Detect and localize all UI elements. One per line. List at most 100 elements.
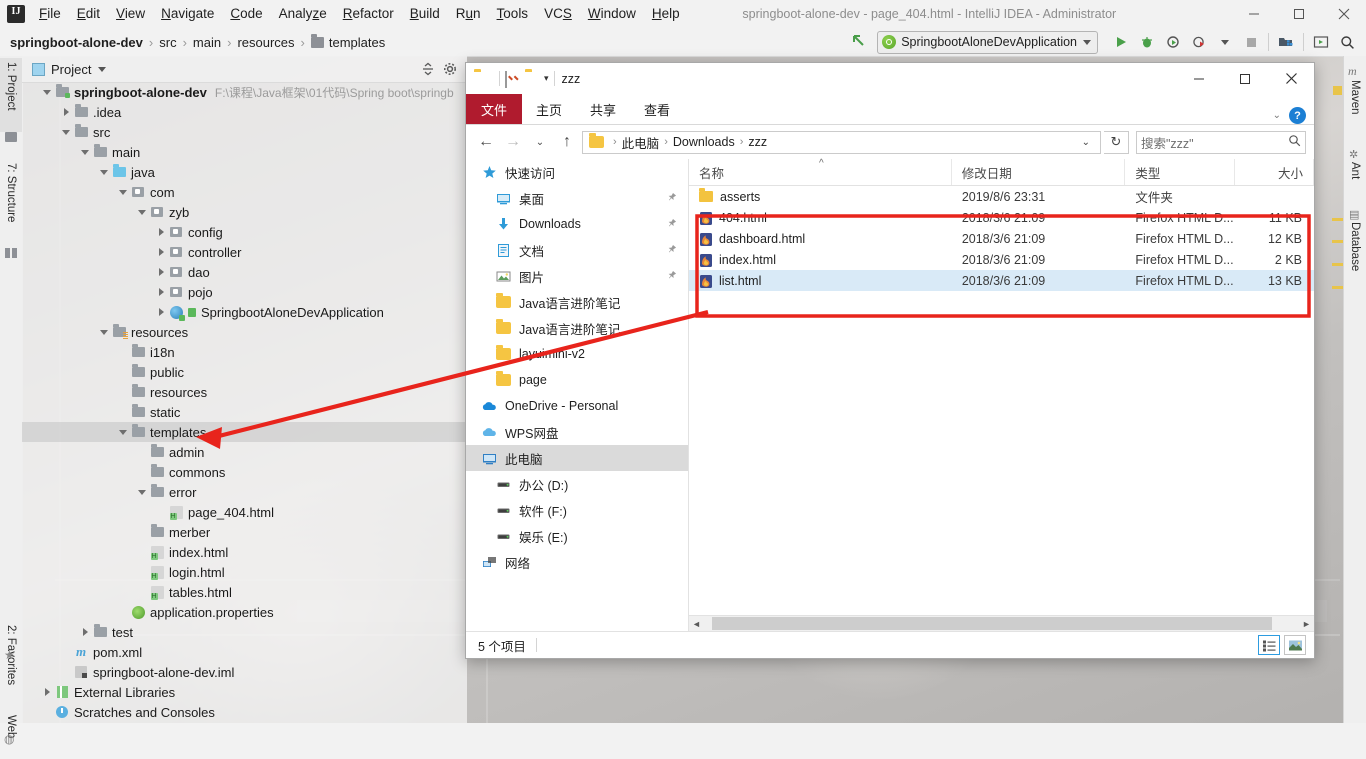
ribbon-tab-file[interactable]: 文件 [466,94,522,124]
chevron-down-icon[interactable]: ⌄ [1273,110,1281,121]
nav-item[interactable]: Downloads [466,211,688,237]
menu-refactor[interactable]: Refactor [335,0,402,28]
tree-item[interactable]: pojo [22,282,467,302]
file-row[interactable]: dashboard.html 2018/3/6 21:09 Firefox HTML… [689,228,1314,249]
file-list-column-headers[interactable]: 名称 修改日期 类型 大小 ^ [689,158,1314,186]
tree-item[interactable]: springboot-alone-dev F:\课程\Java框架\01代码\Sp… [22,82,467,102]
ribbon-tab-share[interactable]: 共享 [576,94,630,124]
tree-item[interactable]: index.html [22,542,467,562]
address-crumb-pc[interactable]: 此电脑 [622,133,660,152]
menu-navigate[interactable]: Navigate [153,0,222,28]
tree-twisty-collapsed[interactable] [78,622,92,642]
tree-item[interactable]: dao [22,262,467,282]
tree-item[interactable]: static [22,402,467,422]
forward-button[interactable]: → [501,130,525,154]
new-folder-icon[interactable] [525,72,540,85]
file-row[interactable]: asserts 2019/8/6 23:31 文件夹 [689,186,1314,207]
file-row[interactable]: index.html 2018/3/6 21:09 Firefox HTML D..… [689,249,1314,270]
tree-item[interactable]: page_404.html [22,502,467,522]
tree-item[interactable]: resources [22,382,467,402]
tree-item[interactable]: main [22,142,467,162]
profile-icon[interactable] [1186,29,1212,55]
pin-icon[interactable] [663,190,679,206]
pin-icon[interactable] [663,216,679,232]
nav-item[interactable]: 软件 (F:) [466,497,688,523]
menu-analyze[interactable]: Analyze [271,0,335,28]
main-toolbar[interactable]: SpringbootAloneDevApplication [850,28,1366,56]
sidebar-item-structure[interactable]: 7: Structure [0,159,22,247]
breadcrumb[interactable]: springboot-alone-dev › src › main › resources ›… [0,28,385,56]
tree-item[interactable]: public [22,362,467,382]
column-header-date[interactable]: 修改日期 [952,159,1126,185]
back-button[interactable]: ← [474,130,498,154]
tree-item[interactable]: i18n [22,342,467,362]
address-input[interactable]: › 此电脑 › Downloads › zzz ⌄ [582,130,1101,154]
tree-twisty-collapsed[interactable] [154,222,168,242]
nav-item[interactable]: 此电脑 [466,445,688,471]
tree-twisty-expanded[interactable] [78,142,92,162]
scroll-right-button[interactable]: ► [1299,616,1314,631]
window-controls[interactable] [1231,0,1366,28]
nav-item[interactable]: 文档 [466,237,688,263]
file-row[interactable]: 404.html 2018/3/6 21:09 Firefox HTML D... 1… [689,207,1314,228]
collapse-all-icon[interactable] [417,58,439,80]
breadcrumb-item-main[interactable]: main [193,35,221,50]
chevron-down-icon[interactable]: ▾ [544,73,549,84]
stop-icon[interactable] [1238,29,1264,55]
folder-icon[interactable] [474,72,489,85]
tree-twisty-expanded[interactable] [97,162,111,182]
menu-bar[interactable]: File Edit View Navigate Code Analyze Ref… [31,0,688,28]
tree-item[interactable]: Scratches and Consoles [22,702,467,722]
properties-icon[interactable] [505,71,520,88]
ribbon-tab-view[interactable]: 查看 [630,94,684,124]
tree-item[interactable]: resources [22,322,467,342]
back-arrow-icon[interactable] [850,32,867,53]
run-icon[interactable] [1108,29,1134,55]
nav-item[interactable]: Java语言进阶笔记 [466,289,688,315]
close-button[interactable] [1321,0,1366,28]
pin-icon[interactable] [663,242,679,258]
tree-item[interactable]: commons [22,462,467,482]
tree-item[interactable]: application.properties [22,602,467,622]
tree-item[interactable]: SpringbootAloneDevApplication [22,302,467,322]
tree-twisty-collapsed[interactable] [154,242,168,262]
nav-item[interactable]: layuimini-v2 [466,341,688,367]
tree-twisty-collapsed[interactable] [154,302,168,322]
tree-item[interactable]: zyb [22,202,467,222]
settings-gear-icon[interactable] [439,58,461,80]
tree-item[interactable]: tables.html [22,582,467,602]
tree-twisty-collapsed[interactable] [59,102,73,122]
show-in-browser-icon[interactable] [1308,29,1334,55]
ribbon-tab-home[interactable]: 主页 [522,94,576,124]
scrollbar-track[interactable] [704,616,1299,631]
help-icon[interactable]: ? [1289,107,1306,124]
nav-item[interactable]: page [466,367,688,393]
run-with-coverage-icon[interactable] [1160,29,1186,55]
details-view-icon[interactable] [1258,635,1280,655]
nav-item[interactable]: Java语言进阶笔记 [466,315,688,341]
tree-item[interactable]: .idea [22,102,467,122]
tree-item[interactable]: com [22,182,467,202]
file-list[interactable]: asserts 2019/8/6 23:31 文件夹 404.html 2018/3/6… [689,186,1314,615]
build-project-icon[interactable] [1273,29,1299,55]
horizontal-scrollbar[interactable]: ◄ ► [689,615,1314,631]
scroll-left-button[interactable]: ◄ [689,616,704,631]
tree-item[interactable]: admin [22,442,467,462]
chevron-down-icon[interactable] [98,66,107,72]
tree-item[interactable]: springboot-alone-dev.iml [22,662,467,682]
address-crumb-zzz[interactable]: zzz [748,135,767,149]
tree-item[interactable]: login.html [22,562,467,582]
tree-item[interactable]: templates [22,422,467,442]
menu-edit[interactable]: Edit [69,0,108,28]
recent-locations-button[interactable]: ⌄ [528,130,552,154]
nav-item[interactable]: 图片 [466,263,688,289]
nav-item[interactable]: 快速访问 [466,159,688,185]
address-crumb-downloads[interactable]: Downloads [673,135,735,149]
large-icons-view-icon[interactable] [1284,635,1306,655]
quick-access-toolbar[interactable]: ▾ zzz [466,71,580,88]
address-dropdown-icon[interactable]: ⌄ [1076,137,1096,148]
explorer-maximize-button[interactable] [1222,63,1268,94]
chevron-down-icon[interactable] [1212,29,1238,55]
chevron-down-icon[interactable] [1083,39,1091,45]
nav-item[interactable]: OneDrive - Personal [466,393,688,419]
